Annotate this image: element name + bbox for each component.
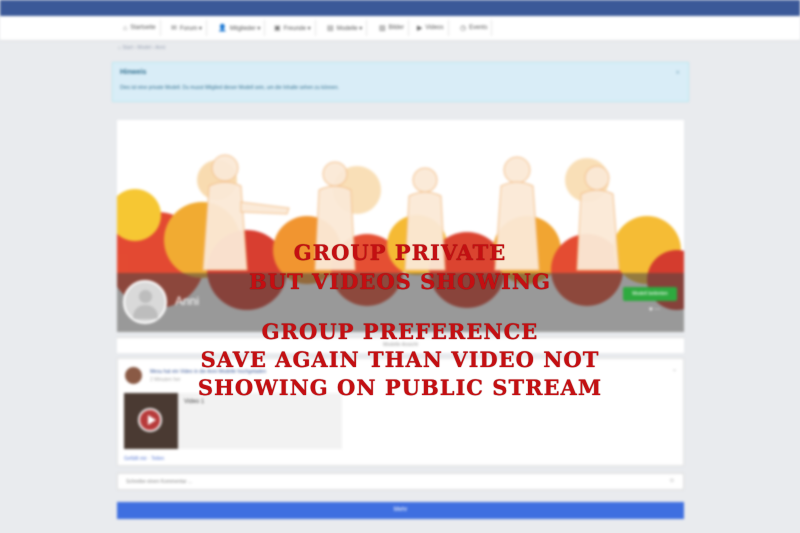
smiley-icon[interactable]: ☺	[669, 478, 675, 484]
activity-post: Mesu hat ein Video in die Anni Modelle h…	[117, 358, 684, 466]
post-time: 2 Minuten her	[150, 377, 181, 383]
comment-input[interactable]: Schreibe einen Kommentar ... ☺	[117, 473, 684, 490]
breadcrumb[interactable]: ⌂ Start › Model › Anni	[118, 45, 165, 51]
members-strip[interactable]: Modelle Ansicht	[117, 337, 684, 353]
comment-placeholder: Schreibe einen Kommentar ...	[126, 479, 193, 485]
play-icon[interactable]	[138, 408, 162, 432]
video-attachment[interactable]: Video 1	[124, 393, 342, 449]
close-icon[interactable]: ×	[675, 68, 680, 77]
alert-text: Dies ist eine private Modell. Du musst M…	[120, 85, 339, 91]
home-icon: ⌂	[123, 24, 128, 32]
image-icon: ▨	[379, 25, 386, 32]
nav-item-home[interactable]: ⌂ Startseite	[119, 20, 161, 36]
top-bar	[0, 0, 800, 16]
nav-item-models[interactable]: ▤ Modelle ▾	[323, 20, 368, 36]
group-avatar[interactable]	[123, 280, 167, 324]
nav-item-friends[interactable]: ▣ Freunde ▾	[270, 20, 316, 36]
author-avatar[interactable]	[125, 367, 142, 384]
video-thumbnail[interactable]	[124, 393, 178, 449]
group-cover: Anni Modell beitreten ♥ ⋯	[117, 120, 684, 332]
avatar-placeholder-icon	[139, 290, 152, 303]
friends-icon: ▣	[274, 25, 281, 32]
forum-icon: ✉	[171, 25, 177, 32]
cover-info-bar	[117, 273, 684, 332]
blurred-page: ⌂ Startseite ✉ Forum ▾ 👤 Mitglieder ▾ ▣ Freu…	[0, 0, 800, 533]
nav-item-videos[interactable]: ▶ Videos	[413, 20, 449, 36]
chevron-down-icon[interactable]: ⌄	[672, 366, 677, 373]
nav-item-events[interactable]: ◷ Events	[456, 20, 493, 36]
nav-item-members[interactable]: 👤 Mitglieder ▾	[214, 20, 266, 36]
nav-item-images[interactable]: ▨ Bilder	[375, 20, 409, 36]
group-name: Anni	[175, 294, 200, 308]
alert-title: Hinweis	[120, 69, 147, 76]
video-icon: ▶	[417, 25, 423, 32]
cover-action-icons[interactable]: ♥ ⋯	[649, 306, 660, 313]
calendar-icon: ◷	[460, 25, 467, 32]
user-icon: 👤	[218, 25, 227, 32]
avatar-placeholder-body	[133, 305, 158, 319]
nav-item-forum[interactable]: ✉ Forum ▾	[167, 20, 207, 36]
load-more-button[interactable]: Mehr	[117, 502, 684, 519]
join-group-button[interactable]: Modell beitreten	[623, 287, 677, 301]
main-navigation: ⌂ Startseite ✉ Forum ▾ 👤 Mitglieder ▾ ▣ Freu…	[0, 16, 800, 41]
models-icon: ▤	[327, 25, 334, 32]
video-title[interactable]: Video 1	[184, 399, 204, 405]
private-group-alert: Hinweis Dies ist eine private Modell. Du…	[112, 62, 689, 102]
post-author-line[interactable]: Mesu hat ein Video in die Anni Modelle h…	[150, 369, 266, 375]
post-actions[interactable]: Gefällt mir · Teilen	[124, 456, 164, 462]
